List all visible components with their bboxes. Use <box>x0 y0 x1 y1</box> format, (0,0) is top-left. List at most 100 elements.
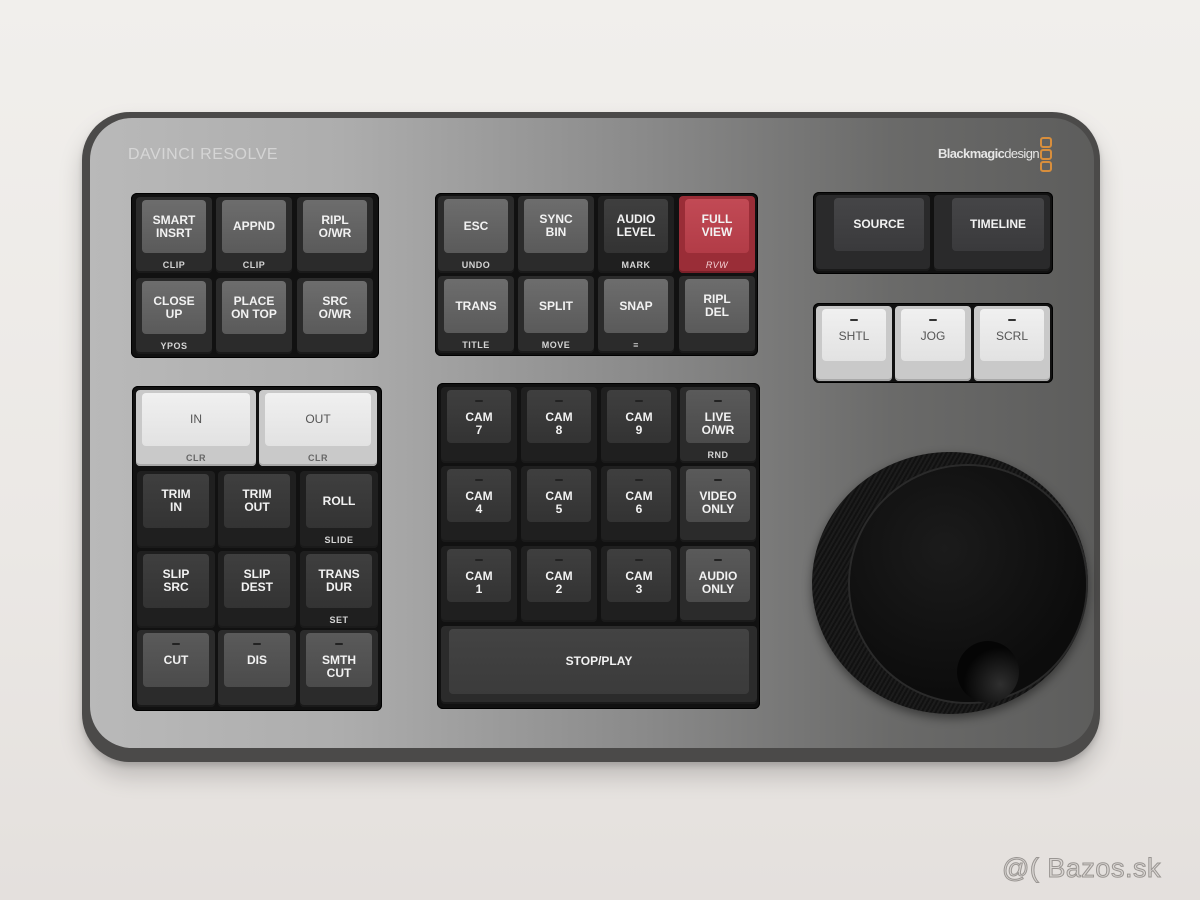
keycap[interactable]: SNAP <box>604 279 668 333</box>
function-keys-key[interactable]: RIPL DEL <box>679 276 755 353</box>
keycap[interactable]: TIMELINE <box>952 198 1044 251</box>
key-label: SCRL <box>995 329 1028 343</box>
trim-keys-key[interactable]: ROLL SLIDE <box>300 471 378 548</box>
key-label: SNAP <box>619 298 653 313</box>
keycap[interactable]: CAM 2 <box>527 549 591 602</box>
camera-keys-key[interactable]: CAM 4 <box>441 466 517 542</box>
function-keys-key[interactable]: AUDIO LEVEL MARK <box>598 196 674 273</box>
function-keys-key[interactable]: TRANS TITLE <box>438 276 514 353</box>
view-keys-key[interactable]: TIMELINE <box>934 195 1050 271</box>
brand-name-light: design <box>1004 146 1039 161</box>
keycap[interactable]: SMART INSRT <box>142 200 206 253</box>
keycap[interactable]: CAM 5 <box>527 469 591 522</box>
keycap[interactable]: CAM 3 <box>607 549 671 602</box>
camera-keys-key[interactable]: CAM 2 <box>521 546 597 622</box>
camera-keys-key[interactable]: CAM 6 <box>601 466 677 542</box>
trim-keys-key[interactable]: SLIP DEST <box>218 551 296 628</box>
keycap[interactable]: SMTH CUT <box>306 633 372 687</box>
edit-keys-key[interactable]: SRC O/WR <box>297 278 373 354</box>
jog-wheel-face[interactable] <box>850 466 1086 703</box>
view-keys-key[interactable]: SOURCE <box>816 195 930 271</box>
key-label: IN <box>190 412 202 426</box>
camera-keys-key[interactable]: CAM 1 <box>441 546 517 622</box>
keycap[interactable]: TRANS DUR <box>306 554 372 608</box>
keycap[interactable]: PLACE ON TOP <box>222 281 286 334</box>
camera-keys-key[interactable]: CAM 9 <box>601 387 677 463</box>
keycap[interactable]: ROLL <box>306 474 372 528</box>
keycap[interactable]: SYNC BIN <box>524 199 588 253</box>
keycap[interactable]: VIDEO ONLY <box>686 469 750 522</box>
function-keys-key[interactable]: SPLIT MOVE <box>518 276 594 353</box>
keycap[interactable]: CAM 4 <box>447 469 511 522</box>
trim-keys-key[interactable]: SMTH CUT <box>300 630 378 707</box>
edit-keys-key[interactable]: CLOSE UP YPOS <box>136 278 212 354</box>
keycap[interactable]: LIVE O/WR <box>686 390 750 443</box>
edit-keys-key[interactable]: APPND CLIP <box>216 197 292 273</box>
keycap[interactable]: AUDIO ONLY <box>686 549 750 602</box>
mode-keys-key[interactable]: SCRL <box>974 306 1050 381</box>
keycap[interactable]: CLOSE UP <box>142 281 206 334</box>
keycap[interactable]: CUT <box>143 633 209 687</box>
keycap[interactable]: STOP/PLAY <box>449 629 749 694</box>
mode-keys-key[interactable]: JOG <box>895 306 971 381</box>
keycap[interactable]: RIPL DEL <box>685 279 749 333</box>
trim-keys-key[interactable]: SLIP SRC <box>137 551 215 628</box>
led-indicator-icon <box>714 479 722 481</box>
jog-wheel[interactable] <box>812 450 1092 720</box>
function-keys-key[interactable]: SYNC BIN <box>518 196 594 273</box>
edit-keys-key[interactable]: PLACE ON TOP <box>216 278 292 354</box>
keycap[interactable]: CAM 6 <box>607 469 671 522</box>
keycap[interactable]: CAM 1 <box>447 549 511 602</box>
jog-wheel-finger-dimple[interactable] <box>957 641 1019 703</box>
function-keys-key[interactable]: SNAP ≡ <box>598 276 674 353</box>
keycap[interactable]: CAM 7 <box>447 390 511 443</box>
trim-keys-key[interactable]: TRIM OUT <box>218 471 296 548</box>
camera-keys-key[interactable]: LIVE O/WR RND <box>680 387 756 463</box>
camera-keys-key[interactable]: CAM 5 <box>521 466 597 542</box>
key-label: AUDIO ONLY <box>698 569 738 596</box>
keycap[interactable]: APPND <box>222 200 286 253</box>
camera-keys-key[interactable]: CAM 7 <box>441 387 517 463</box>
key-label: TRANS DUR <box>318 567 360 594</box>
camera-keys-key[interactable]: AUDIO ONLY <box>680 546 756 622</box>
key-label: ROLL <box>322 493 356 508</box>
keycap[interactable]: SCRL <box>980 309 1044 361</box>
keycap[interactable]: SHTL <box>822 309 886 361</box>
keycap[interactable]: SLIP DEST <box>224 554 290 608</box>
keycap[interactable]: TRANS <box>444 279 508 333</box>
trim-keys-key[interactable]: DIS <box>218 630 296 707</box>
stop-play-key[interactable]: STOP/PLAY <box>441 626 757 704</box>
keycap[interactable]: JOG <box>901 309 965 361</box>
trim-keys-key[interactable]: CUT <box>137 630 215 707</box>
function-keys-key[interactable]: ESC UNDO <box>438 196 514 273</box>
in-out-keys-key[interactable]: OUT CLR <box>259 390 377 466</box>
keycap[interactable]: SPLIT <box>524 279 588 333</box>
led-indicator-icon <box>555 400 563 402</box>
trim-keys-key[interactable]: TRIM IN <box>137 471 215 548</box>
keycap[interactable]: SLIP SRC <box>143 554 209 608</box>
keycap[interactable]: TRIM OUT <box>224 474 290 528</box>
camera-keys-key[interactable]: CAM 3 <box>601 546 677 622</box>
keycap[interactable]: CAM 8 <box>527 390 591 443</box>
keycap[interactable]: DIS <box>224 633 290 687</box>
keycap[interactable]: SRC O/WR <box>303 281 367 334</box>
keycap[interactable]: CAM 9 <box>607 390 671 443</box>
keycap[interactable]: RIPL O/WR <box>303 200 367 253</box>
function-keys-key[interactable]: FULL VIEW RVW <box>679 196 755 273</box>
keycap[interactable]: TRIM IN <box>143 474 209 528</box>
in-out-keys-key[interactable]: IN CLR <box>136 390 256 466</box>
keycap[interactable]: ESC <box>444 199 508 253</box>
camera-keys-key[interactable]: VIDEO ONLY <box>680 466 756 542</box>
mode-keys-key[interactable]: SHTL <box>816 306 892 381</box>
camera-keys-key[interactable]: CAM 8 <box>521 387 597 463</box>
keycap[interactable]: FULL VIEW <box>685 199 749 253</box>
keycap[interactable]: AUDIO LEVEL <box>604 199 668 253</box>
trim-keys-key[interactable]: TRANS DUR SET <box>300 551 378 628</box>
key-label: OUT <box>305 412 331 426</box>
keycap[interactable]: OUT <box>265 393 371 446</box>
keycap[interactable]: IN <box>142 393 250 446</box>
edit-keys-key[interactable]: SMART INSRT CLIP <box>136 197 212 273</box>
edit-keys-key[interactable]: RIPL O/WR <box>297 197 373 273</box>
led-indicator-icon <box>555 479 563 481</box>
keycap[interactable]: SOURCE <box>834 198 924 251</box>
